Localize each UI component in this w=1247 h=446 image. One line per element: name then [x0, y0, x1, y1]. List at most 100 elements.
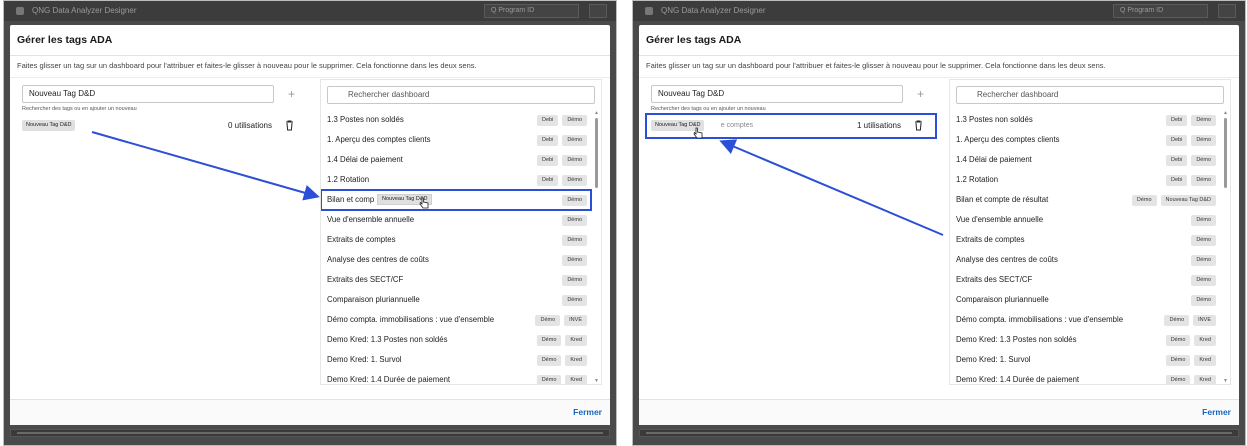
- tag-chip[interactable]: Démo: [1191, 115, 1216, 126]
- dashboard-row[interactable]: Analyse des centres de coûts Démo: [321, 250, 591, 270]
- dashboard-row[interactable]: Vue d'ensemble annuelle Démo: [950, 210, 1220, 230]
- tag-chip[interactable]: Démo: [1131, 195, 1157, 206]
- tag-chip[interactable]: Démo: [562, 275, 587, 286]
- tag-chip[interactable]: Debi: [1166, 175, 1188, 186]
- tag-chip[interactable]: Démo: [1191, 295, 1216, 306]
- program-search-input[interactable]: Q Program ID: [1113, 4, 1208, 18]
- dashboard-row[interactable]: Démo compta. immobilisations : vue d'ens…: [321, 310, 591, 330]
- dashboard-row[interactable]: 1. Aperçu des comptes clients Debi Démo: [321, 130, 591, 150]
- horizontal-scrollbar[interactable]: [639, 429, 1239, 437]
- tag-chip[interactable]: Démo: [1191, 255, 1216, 266]
- tag-chip[interactable]: Démo: [536, 355, 562, 366]
- dashboard-row[interactable]: Demo Kred: 1. Survol Démo Kred: [950, 350, 1220, 370]
- tag-chip[interactable]: Démo: [562, 215, 587, 226]
- horizontal-scrollbar[interactable]: [10, 429, 610, 437]
- dashboard-row[interactable]: 1.3 Postes non soldés Debi Démo: [321, 110, 591, 130]
- tag-chip[interactable]: Démo: [562, 255, 587, 266]
- tag-row[interactable]: Nouveau Tag D&D 0 utilisations: [22, 119, 302, 133]
- dashboard-row[interactable]: Comparaison pluriannuelle Démo: [321, 290, 591, 310]
- dashboard-row[interactable]: Demo Kred: 1. Survol Démo Kred: [321, 350, 591, 370]
- manage-tags-dialog: Gérer les tags ADA Faites glisser un tag…: [10, 25, 610, 425]
- tag-chip[interactable]: Démo: [562, 295, 587, 306]
- tag-chip[interactable]: Debi: [537, 115, 559, 126]
- tag-chip[interactable]: Démo: [562, 115, 587, 126]
- close-button[interactable]: Fermer: [1202, 407, 1231, 417]
- dashboard-row[interactable]: 1.3 Postes non soldés Debi Démo: [950, 110, 1220, 130]
- tag-chip[interactable]: Démo: [536, 375, 562, 384]
- tag-chip[interactable]: Démo: [1191, 135, 1216, 146]
- scroll-down-icon[interactable]: ▼: [1223, 378, 1228, 384]
- scroll-down-icon[interactable]: ▼: [594, 378, 599, 384]
- dashboard-row[interactable]: Demo Kred: 1.3 Postes non soldés Démo Kred: [321, 330, 591, 350]
- dashboard-row[interactable]: 1.2 Rotation Debi Démo: [950, 170, 1220, 190]
- tag-chip[interactable]: Debi: [1166, 155, 1188, 166]
- scroll-up-icon[interactable]: ▲: [594, 110, 599, 116]
- tag-chip[interactable]: Démo: [1191, 175, 1216, 186]
- dashboard-row[interactable]: 1.4 Délai de paiement Debi Démo: [321, 150, 591, 170]
- dashboard-row[interactable]: Bilan et comp Nouveau Tag D&D Démo: [321, 189, 592, 211]
- dashboard-row[interactable]: Demo Kred: 1.4 Durée de paiement Démo Kred: [950, 370, 1220, 384]
- tag-chip[interactable]: Démo: [1191, 155, 1216, 166]
- dashboard-row[interactable]: Extraits de comptes Démo: [950, 230, 1220, 250]
- tag-chip[interactable]: Nouveau Tag D&D: [22, 120, 76, 131]
- tag-chip[interactable]: Démo: [562, 195, 587, 206]
- tag-chip[interactable]: Debi: [537, 175, 559, 186]
- plus-icon[interactable]: +: [917, 85, 924, 103]
- close-button[interactable]: Fermer: [573, 407, 602, 417]
- tag-chip[interactable]: INVE: [564, 315, 587, 326]
- dashboard-row[interactable]: Extraits de comptes Démo: [321, 230, 591, 250]
- tag-chip[interactable]: Démo: [1191, 215, 1216, 226]
- tag-chip[interactable]: Démo: [1164, 315, 1190, 326]
- tag-chip[interactable]: Debi: [537, 135, 559, 146]
- dashboard-row[interactable]: 1.2 Rotation Debi Démo: [321, 170, 591, 190]
- tag-chip[interactable]: Démo: [536, 335, 562, 346]
- dashboard-row[interactable]: 1. Aperçu des comptes clients Debi Démo: [950, 130, 1220, 150]
- tag-chip[interactable]: Démo: [562, 155, 587, 166]
- tag-chip[interactable]: Nouveau Tag D&D: [1160, 195, 1216, 206]
- scrollbar[interactable]: ▲ ▼: [594, 110, 599, 384]
- tag-chip[interactable]: Démo: [1165, 335, 1191, 346]
- tag-chip[interactable]: Debi: [537, 155, 559, 166]
- dashboard-row[interactable]: Vue d'ensemble annuelle Démo: [321, 210, 591, 230]
- dashboard-row[interactable]: Démo compta. immobilisations : vue d'ens…: [950, 310, 1220, 330]
- tag-name-input[interactable]: Nouveau Tag D&D: [22, 85, 274, 103]
- dashboard-row[interactable]: Analyse des centres de coûts Démo: [950, 250, 1220, 270]
- dashboard-row[interactable]: Demo Kred: 1.4 Durée de paiement Démo Kred: [321, 370, 591, 384]
- tag-chip[interactable]: Démo: [1165, 375, 1191, 384]
- tag-chip[interactable]: Kred: [1194, 355, 1216, 366]
- scrollbar-thumb[interactable]: [1224, 118, 1227, 188]
- tag-chip[interactable]: Debi: [1166, 135, 1188, 146]
- tag-chip[interactable]: Kred: [1194, 375, 1216, 384]
- program-search-input[interactable]: Q Program ID: [484, 4, 579, 18]
- dashboard-row[interactable]: Extraits des SECT/CF Démo: [950, 270, 1220, 290]
- scrollbar-thumb[interactable]: [595, 118, 598, 188]
- scrollbar[interactable]: ▲ ▼: [1223, 110, 1228, 384]
- dashboard-row[interactable]: Comparaison pluriannuelle Démo: [950, 290, 1220, 310]
- tag-chip[interactable]: Démo: [1191, 235, 1216, 246]
- trash-icon[interactable]: [285, 120, 294, 131]
- tag-chip[interactable]: Kred: [565, 335, 587, 346]
- tag-chip[interactable]: Kred: [565, 355, 587, 366]
- dashboard-search-input[interactable]: Rechercher dashboard: [956, 86, 1224, 104]
- tag-chip[interactable]: Démo: [562, 235, 587, 246]
- tag-chip[interactable]: Démo: [562, 135, 587, 146]
- tag-chip[interactable]: Debi: [1166, 115, 1188, 126]
- tag-chip[interactable]: Kred: [1194, 335, 1216, 346]
- dashboard-row[interactable]: Demo Kred: 1.3 Postes non soldés Démo Kred: [950, 330, 1220, 350]
- tag-chip[interactable]: Démo: [535, 315, 561, 326]
- window-controls[interactable]: [1218, 4, 1236, 18]
- tag-name-input[interactable]: Nouveau Tag D&D: [651, 85, 903, 103]
- tag-chip[interactable]: Démo: [1165, 355, 1191, 366]
- plus-icon[interactable]: +: [288, 85, 295, 103]
- trash-icon[interactable]: [914, 120, 923, 131]
- tag-chip[interactable]: Démo: [562, 175, 587, 186]
- dashboard-row[interactable]: 1.4 Délai de paiement Debi Démo: [950, 150, 1220, 170]
- dashboard-row[interactable]: Extraits des SECT/CF Démo: [321, 270, 591, 290]
- tag-chip[interactable]: Kred: [565, 375, 587, 384]
- window-controls[interactable]: [589, 4, 607, 18]
- scroll-up-icon[interactable]: ▲: [1223, 110, 1228, 116]
- tag-chip[interactable]: Démo: [1191, 275, 1216, 286]
- dashboard-row[interactable]: Bilan et compte de résultat Démo Nouveau T…: [950, 190, 1220, 210]
- tag-chip[interactable]: INVE: [1193, 315, 1216, 326]
- dashboard-search-input[interactable]: Rechercher dashboard: [327, 86, 595, 104]
